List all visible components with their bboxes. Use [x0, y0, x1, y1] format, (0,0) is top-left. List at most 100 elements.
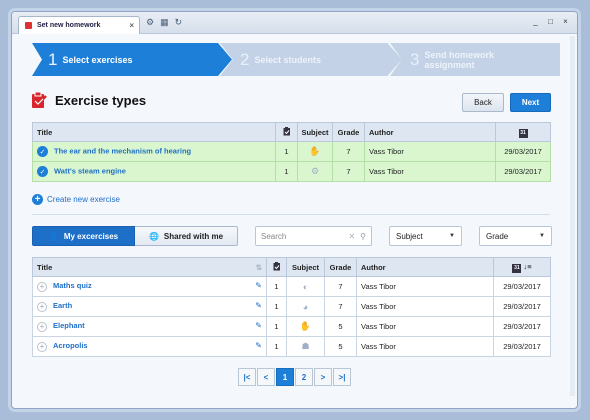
- last-page-button[interactable]: >|: [333, 368, 351, 386]
- prev-page-button[interactable]: <: [257, 368, 275, 386]
- exercise-date: 29/03/2017: [495, 141, 551, 162]
- table-row[interactable]: + Elephant ✎ 1 ✋ 5 Vass Tibor 29/03/2017: [32, 316, 551, 337]
- exercise-types-icon: [32, 92, 47, 108]
- search-placeholder: Search: [261, 231, 287, 241]
- add-icon[interactable]: +: [37, 301, 47, 312]
- exercise-count-icon: [283, 126, 290, 135]
- title-bar: Set new homework × ⚙ ▦ ↻ _ □ ×: [12, 12, 577, 34]
- calendar-icon: 31: [518, 128, 528, 138]
- checked-icon[interactable]: ✓: [37, 166, 48, 177]
- search-input[interactable]: Search ✕ ⚲: [255, 226, 372, 246]
- add-icon[interactable]: +: [37, 341, 47, 352]
- exercise-count: 1: [266, 296, 287, 317]
- col-subject[interactable]: Subject: [286, 257, 325, 277]
- checked-icon[interactable]: ✓: [37, 146, 48, 157]
- selected-exercises-table: Title Subject Grade Author 31 ✓ The ear a…: [32, 122, 551, 182]
- tab-my-exercises[interactable]: 👤 My excercises: [32, 226, 135, 246]
- page-2-button[interactable]: 2: [295, 368, 313, 386]
- scrollbar[interactable]: [570, 36, 575, 396]
- add-icon[interactable]: +: [37, 321, 47, 332]
- next-page-button[interactable]: >: [314, 368, 332, 386]
- col-title[interactable]: Title ⇅: [32, 257, 267, 277]
- exercise-title[interactable]: Watt's steam engine: [54, 166, 126, 175]
- exercise-count-icon: [273, 261, 280, 270]
- maximize-icon[interactable]: □: [545, 16, 556, 27]
- tab-title: Set new homework: [37, 22, 101, 29]
- biology-subject-icon: ✋: [299, 321, 312, 331]
- maths-subject-icon: ◐: [302, 281, 309, 292]
- step-label: Send homework assignment: [424, 49, 494, 70]
- step-select-students[interactable]: 2 Select students: [220, 43, 402, 76]
- history-subject-icon: ☗: [301, 341, 310, 351]
- col-date[interactable]: 31: [495, 122, 551, 142]
- col-author[interactable]: Author: [364, 122, 496, 142]
- table-row[interactable]: + Earth ✎ 1 ◕ 7 Vass Tibor 29/03/2017: [32, 296, 551, 317]
- exercise-list-table: Title ⇅ Subject Grade Author 31 ↓≡ + Maths…: [32, 257, 551, 357]
- pagination: |< < 1 2 > >|: [238, 368, 351, 386]
- exercise-count: 1: [266, 316, 287, 337]
- grade-selected: Grade: [486, 231, 509, 241]
- minimize-icon[interactable]: _: [530, 16, 541, 27]
- next-button[interactable]: Next: [510, 93, 551, 112]
- step-send-homework[interactable]: 3 Send homework assignment: [390, 43, 560, 76]
- step-number: 2: [240, 49, 250, 69]
- app-window: Set new homework × ⚙ ▦ ↻ _ □ × 1 Select …: [11, 11, 578, 409]
- edit-icon[interactable]: ✎: [255, 341, 262, 350]
- col-count[interactable]: [275, 122, 298, 142]
- chevron-down-icon: ▼: [449, 233, 455, 239]
- table-row[interactable]: + Acropolis ✎ 1 ☗ 5 Vass Tibor 29/03/2017: [32, 336, 551, 357]
- grid-icon[interactable]: ▦: [160, 17, 169, 28]
- exercise-date: 29/03/2017: [493, 296, 551, 317]
- grade-dropdown[interactable]: Grade ▼: [479, 226, 552, 246]
- exercise-source-toggle: 👤 My excercises 🌐 Shared with me: [32, 226, 238, 246]
- add-icon[interactable]: +: [37, 281, 47, 292]
- exercise-title[interactable]: The ear and the mechanism of hearing: [54, 146, 191, 155]
- step-number: 1: [48, 49, 58, 69]
- back-button[interactable]: Back: [462, 93, 504, 112]
- edit-icon[interactable]: ✎: [255, 301, 262, 310]
- page-1-button[interactable]: 1: [276, 368, 294, 386]
- exercise-title[interactable]: Elephant: [53, 321, 85, 330]
- refresh-icon[interactable]: ↻: [175, 17, 183, 28]
- tab-shared-with-me[interactable]: 🌐 Shared with me: [135, 226, 238, 246]
- calendar-icon: 31: [512, 263, 522, 273]
- table-row[interactable]: ✓ The ear and the mechanism of hearing 1 …: [32, 141, 551, 162]
- shared-label: Shared with me: [163, 231, 224, 241]
- page-heading: Exercise types: [32, 92, 146, 109]
- col-author[interactable]: Author: [356, 257, 494, 277]
- col-subject[interactable]: Subject: [297, 122, 333, 142]
- create-new-exercise-link[interactable]: + Create new exercise: [32, 194, 120, 205]
- clear-icon[interactable]: ✕: [348, 232, 355, 241]
- col-date[interactable]: 31 ↓≡: [493, 257, 551, 277]
- exercise-author: Vass Tibor: [364, 161, 496, 182]
- exercise-title[interactable]: Earth: [53, 301, 72, 310]
- exercise-count: 1: [275, 141, 298, 162]
- tab-set-new-homework[interactable]: Set new homework ×: [18, 16, 140, 34]
- tab-close-icon[interactable]: ×: [129, 21, 134, 30]
- exercise-count: 1: [266, 276, 287, 297]
- exercise-date: 29/03/2017: [495, 161, 551, 182]
- col-grade[interactable]: Grade: [332, 122, 365, 142]
- geography-subject-icon: ◕: [302, 301, 309, 312]
- edit-icon[interactable]: ✎: [255, 281, 262, 290]
- exercise-grade: 7: [324, 276, 357, 297]
- exercise-title[interactable]: Acropolis: [53, 341, 88, 350]
- sort-icon[interactable]: ⇅: [256, 263, 262, 272]
- step-number: 3: [410, 49, 420, 69]
- close-window-icon[interactable]: ×: [560, 16, 571, 27]
- subject-dropdown[interactable]: Subject ▼: [389, 226, 462, 246]
- first-page-button[interactable]: |<: [238, 368, 256, 386]
- table-row[interactable]: + Maths quiz ✎ 1 ◐ 7 Vass Tibor 29/03/2017: [32, 276, 551, 297]
- table-row[interactable]: ✓ Watt's steam engine 1 ⚙ 7 Vass Tibor 29…: [32, 161, 551, 182]
- col-grade[interactable]: Grade: [324, 257, 357, 277]
- settings-icon[interactable]: ⚙: [146, 17, 154, 28]
- col-count[interactable]: [266, 257, 287, 277]
- edit-icon[interactable]: ✎: [255, 321, 262, 330]
- search-icon[interactable]: ⚲: [360, 232, 366, 241]
- exercise-count: 1: [266, 336, 287, 357]
- step-select-exercises[interactable]: 1 Select exercises: [32, 43, 232, 76]
- col-title[interactable]: Title: [32, 122, 276, 142]
- sort-desc-icon[interactable]: ↓≡: [523, 262, 531, 271]
- exercise-title[interactable]: Maths quiz: [53, 281, 92, 290]
- exercise-author: Vass Tibor: [364, 141, 496, 162]
